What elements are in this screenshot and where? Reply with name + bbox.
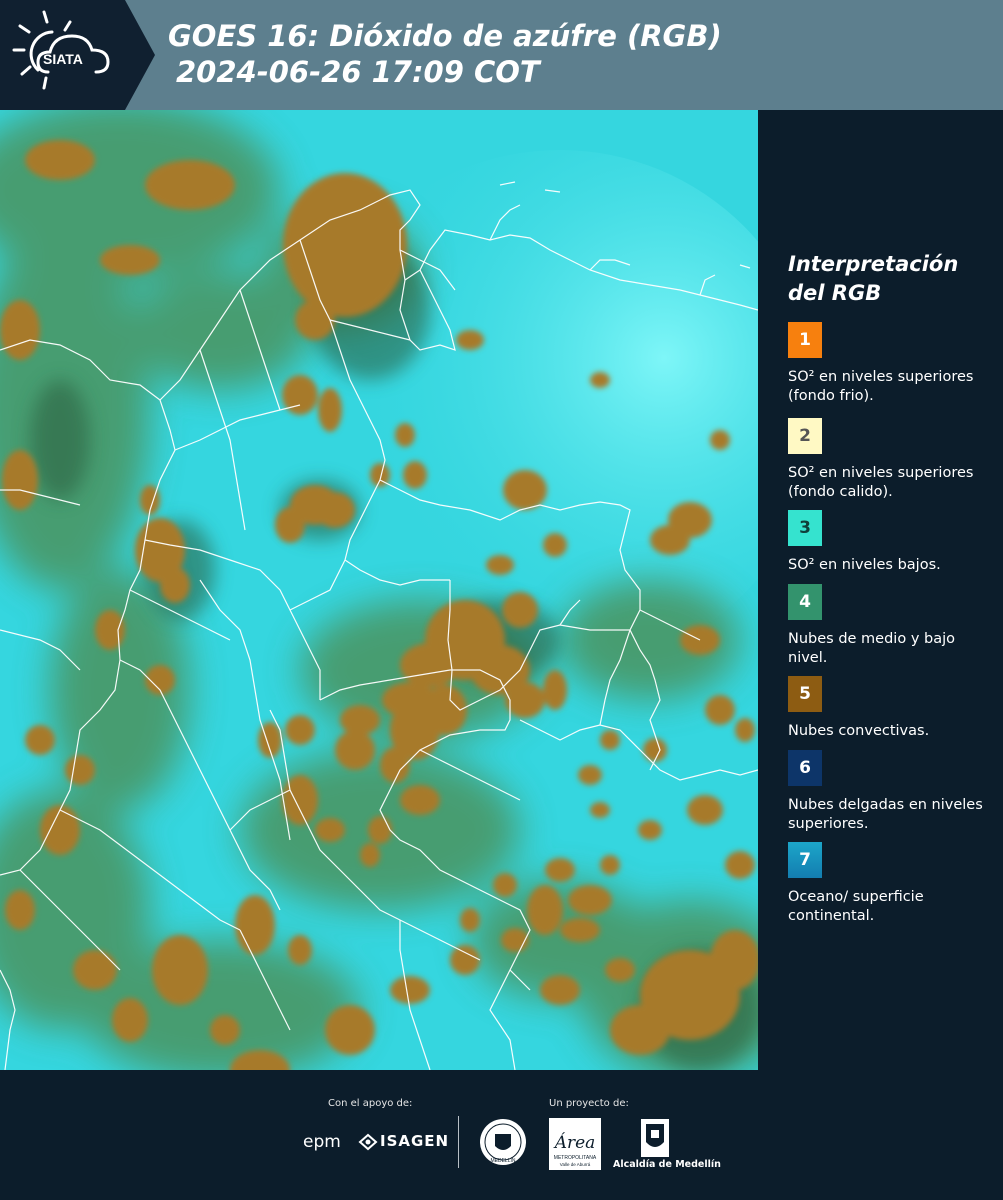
legend-text-4: Nubes de medio y bajo nivel.	[788, 631, 955, 666]
legend-item-1: 1 SO² en niveles superiores (fondo frio)…	[788, 322, 998, 406]
legend-item-2: 2 SO² en niveles superiores (fondo calid…	[788, 418, 998, 502]
siata-logo[interactable]: SIATA	[0, 0, 125, 110]
legend-item-7: 7 Oceano/ superficie continental.	[788, 842, 998, 926]
svg-text:Valle de Aburrá: Valle de Aburrá	[560, 1162, 591, 1167]
svg-text:METROPOLITANA: METROPOLITANA	[554, 1155, 597, 1161]
medellin-seal-icon: MEDELLÍN	[480, 1119, 526, 1165]
legend-swatch-5: 5	[788, 676, 822, 712]
legend-swatch-2: 2	[788, 418, 822, 454]
alcaldia-shield-icon	[641, 1119, 669, 1157]
legend-title: Interpretación del RGB	[788, 252, 959, 305]
satellite-map[interactable]	[0, 110, 758, 1070]
svg-text:MEDELLÍN: MEDELLÍN	[490, 1157, 515, 1164]
alcaldia-label: Alcaldía de Medellín	[613, 1159, 721, 1170]
legend-item-5: 5 Nubes convectivas.	[788, 676, 998, 760]
legend-swatch-3: 3	[788, 510, 822, 546]
svg-text:SIATA: SIATA	[43, 51, 83, 67]
legend-item-3: 3 SO² en niveles bajos.	[788, 510, 998, 594]
sun-cloud-icon: SIATA	[12, 10, 110, 90]
legend-swatch-7: 7	[788, 842, 822, 878]
legend-item-4: 4 Nubes de medio y bajo nivel.	[788, 584, 998, 668]
support-label: Con el apoyo de:	[328, 1098, 413, 1109]
legend-text-2: SO² en niveles superiores (fondo calido)…	[788, 465, 974, 500]
title-datetime: 2024-06-26 17:09 COT	[176, 55, 540, 89]
legend-swatch-1: 1	[788, 322, 822, 358]
legend-panel: Interpretación del RGB 1 SO² en niveles …	[758, 110, 1003, 1070]
isagen-icon	[358, 1133, 378, 1151]
title-product: GOES 16: Dióxido de azúfre (RGB)	[168, 19, 722, 53]
legend-text-1: SO² en niveles superiores (fondo frio).	[788, 369, 974, 404]
page-title: GOES 16: Dióxido de azúfre (RGB) 2024-06…	[168, 18, 722, 90]
svg-text:Área: Área	[553, 1132, 596, 1153]
legend-swatch-6: 6	[788, 750, 822, 786]
isagen-logo: ISAGEN	[380, 1132, 450, 1150]
legend-swatch-4: 4	[788, 584, 822, 620]
epm-logo: epm	[303, 1132, 341, 1152]
logo-arrow	[125, 0, 155, 110]
header: SIATA GOES 16: Dióxido de azúfre (RGB) 2…	[0, 0, 1003, 110]
project-label: Un proyecto de:	[549, 1098, 629, 1109]
footer: Con el apoyo de: Un proyecto de: epm ISA…	[0, 1070, 1003, 1200]
footer-divider	[458, 1116, 459, 1168]
satellite-image	[0, 110, 758, 1070]
legend-item-6: 6 Nubes delgadas en niveles superiores.	[788, 750, 998, 834]
legend-text-6: Nubes delgadas en niveles superiores.	[788, 797, 983, 832]
legend-text-7: Oceano/ superficie continental.	[788, 889, 924, 924]
area-metropolitana-logo: Área METROPOLITANA Valle de Aburrá	[549, 1118, 601, 1170]
